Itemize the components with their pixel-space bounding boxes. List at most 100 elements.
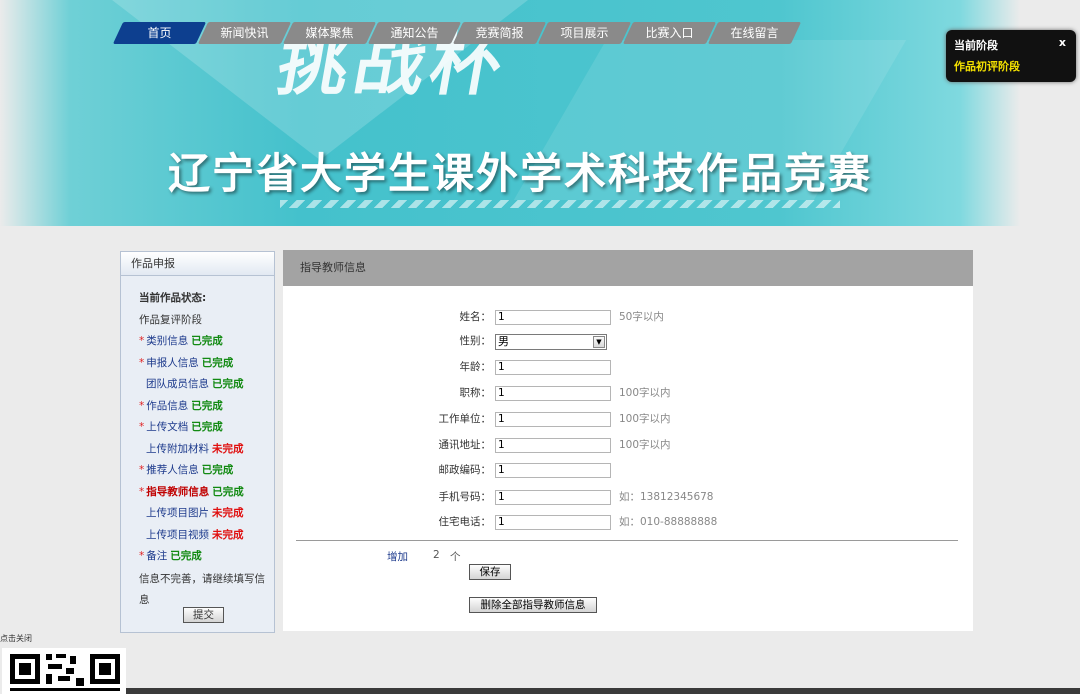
field-label: 住宅电话： xyxy=(438,516,492,528)
professional-title-field[interactable]: 1 xyxy=(495,386,611,401)
status-badge: 未完成 xyxy=(212,442,244,455)
sidebar-item-upload-attachments[interactable]: 上传附加材料 未完成 xyxy=(139,439,274,461)
nav-tab-label: 通知公告 xyxy=(390,26,439,40)
nav-tab-projects[interactable]: 项目展示 xyxy=(543,22,626,44)
sidebar-item-applicant[interactable]: * 申报人信息 已完成 xyxy=(139,353,274,375)
field-hint: 100字以内 xyxy=(619,387,671,399)
nav-tab-label: 在线留言 xyxy=(730,26,779,40)
required-star: * xyxy=(139,335,145,347)
sidebar-item-upload-docs[interactable]: * 上传文档 已完成 xyxy=(139,417,274,439)
advisor-count-unit: 个 xyxy=(450,551,461,563)
submit-button[interactable]: 提交 xyxy=(183,607,224,623)
mobile-field[interactable]: 1 xyxy=(495,490,611,505)
nav-tab-briefings[interactable]: 竞赛简报 xyxy=(458,22,541,44)
status-badge: 已完成 xyxy=(201,464,234,476)
status-badge: 已完成 xyxy=(170,550,202,562)
age-field[interactable]: 1 xyxy=(495,360,611,375)
required-star: * xyxy=(139,399,145,412)
field-hint: 100字以内 xyxy=(619,413,671,425)
status-badge: 已完成 xyxy=(191,421,223,433)
nav-tab-news[interactable]: 新闻快讯 xyxy=(203,22,286,44)
advisor-form-panel: 指导教师信息 姓名： 1 50字以内 性别： 男 ▼ 年龄： 1 职称： 1 10… xyxy=(283,250,973,631)
sidebar-item-label: 团队成员信息 xyxy=(146,378,209,390)
nav-tab-notices[interactable]: 通知公告 xyxy=(373,22,456,44)
required-star: * xyxy=(139,464,145,476)
status-badge: 已完成 xyxy=(191,399,223,412)
sidebar-item-work-info[interactable]: * 作品信息 已完成 xyxy=(139,396,274,418)
field-label: 姓名： xyxy=(459,311,492,323)
sidebar-item-label: 上传项目图片 xyxy=(146,507,209,519)
sidebar-item-label: 指导教师信息 xyxy=(146,485,210,498)
sidebar: 作品申报 当前作品状态: 作品复评阶段 * 类别信息 已完成 * 申报人信息 已完成 团… xyxy=(120,251,275,633)
required-star: * xyxy=(139,356,145,369)
field-label: 性别： xyxy=(459,335,492,347)
sidebar-item-recommender[interactable]: * 推荐人信息 已完成 xyxy=(139,460,274,482)
divider xyxy=(296,540,958,541)
close-icon[interactable]: x xyxy=(1059,36,1066,49)
delete-all-advisors-button[interactable]: 删除全部指导教师信息 xyxy=(469,597,597,613)
incomplete-notice: 信息不完善，请继续填写信息 xyxy=(139,572,265,606)
sidebar-item-label: 类别信息 xyxy=(146,335,189,347)
sidebar-item-label: 备注 xyxy=(146,550,168,562)
status-badge: 已完成 xyxy=(212,378,244,390)
field-label: 年龄： xyxy=(459,361,492,373)
workplace-field[interactable]: 1 xyxy=(495,412,611,427)
field-label: 职称： xyxy=(459,387,492,399)
banner-stripe xyxy=(280,200,840,208)
stage-popup-title: 当前阶段 xyxy=(954,39,998,52)
sidebar-item-label: 上传项目视频 xyxy=(146,528,209,541)
panel-title: 指导教师信息 xyxy=(283,250,973,286)
nav-tab-label: 首页 xyxy=(147,26,172,40)
sidebar-item-team-members[interactable]: 团队成员信息 已完成 xyxy=(139,374,274,396)
required-star: * xyxy=(139,485,145,498)
status-badge: 未完成 xyxy=(212,507,244,519)
status-badge: 已完成 xyxy=(191,335,223,347)
close-qr-link[interactable]: 点击关闭 xyxy=(0,633,32,644)
name-field[interactable]: 1 xyxy=(495,310,611,325)
status-badge: 未完成 xyxy=(212,528,244,541)
stage-popup-value: 作品初评阶段 xyxy=(954,60,1020,73)
sidebar-item-label: 上传文档 xyxy=(146,421,189,433)
field-label: 工作单位： xyxy=(438,413,492,425)
field-hint: 如：010-88888888 xyxy=(619,516,718,528)
status-badge: 已完成 xyxy=(201,356,234,369)
field-hint: 如：13812345678 xyxy=(619,491,714,503)
sidebar-item-category[interactable]: * 类别信息 已完成 xyxy=(139,331,274,353)
add-advisor-link[interactable]: 增加 xyxy=(387,549,408,564)
field-label: 手机号码： xyxy=(438,491,492,503)
home-phone-field[interactable]: 1 xyxy=(495,515,611,530)
sidebar-item-advisor[interactable]: * 指导教师信息 已完成 xyxy=(139,482,274,504)
status-value: 作品复评阶段 xyxy=(139,313,202,326)
required-star: * xyxy=(139,421,145,433)
field-label: 邮政编码： xyxy=(438,464,492,476)
chevron-down-icon[interactable]: ▼ xyxy=(593,336,605,348)
sidebar-item-label: 申报人信息 xyxy=(146,356,199,369)
address-field[interactable]: 1 xyxy=(495,438,611,453)
nav-tab-entry[interactable]: 比赛入口 xyxy=(628,22,711,44)
nav-tab-home[interactable]: 首页 xyxy=(118,22,201,44)
nav-tab-label: 竞赛简报 xyxy=(475,26,524,40)
field-label: 通讯地址： xyxy=(438,439,492,451)
sidebar-item-label: 上传附加材料 xyxy=(146,442,209,455)
gender-select[interactable]: 男 ▼ xyxy=(495,334,607,350)
field-hint: 50字以内 xyxy=(619,311,664,323)
field-hint: 100字以内 xyxy=(619,439,671,451)
save-button[interactable]: 保存 xyxy=(469,564,511,580)
advisor-count: 2 xyxy=(433,549,440,561)
sidebar-item-upload-images[interactable]: 上传项目图片 未完成 xyxy=(139,503,274,525)
required-star: * xyxy=(139,550,145,562)
status-title: 当前作品状态: xyxy=(139,292,207,304)
nav-tab-label: 项目展示 xyxy=(560,26,609,40)
nav-tab-label: 媒体聚焦 xyxy=(305,26,354,40)
bottom-bar xyxy=(126,688,1080,694)
stage-popup: 当前阶段 作品初评阶段 x xyxy=(946,30,1076,82)
nav-tab-messages[interactable]: 在线留言 xyxy=(713,22,796,44)
main-nav: 首页 新闻快讯 媒体聚焦 通知公告 竞赛简报 项目展示 比赛入口 在线留言 xyxy=(118,22,798,44)
sidebar-item-remarks[interactable]: * 备注 已完成 xyxy=(139,546,274,568)
nav-tab-media[interactable]: 媒体聚焦 xyxy=(288,22,371,44)
status-badge: 已完成 xyxy=(212,485,244,498)
sidebar-item-upload-video[interactable]: 上传项目视频 未完成 xyxy=(139,525,274,547)
postcode-field[interactable]: 1 xyxy=(495,463,611,478)
sidebar-header: 作品申报 xyxy=(121,252,274,276)
qr-code-image xyxy=(2,648,126,694)
